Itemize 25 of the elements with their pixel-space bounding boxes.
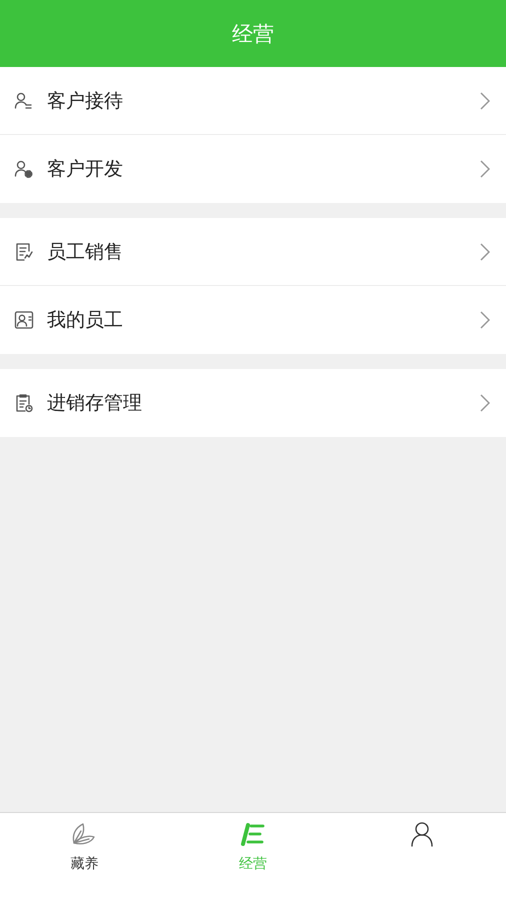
- menu-item[interactable]: 客户接待: [0, 67, 506, 135]
- clipboard-clock-icon: [14, 393, 34, 413]
- chevron-right-icon: [480, 311, 490, 329]
- chevron-right-icon: [480, 92, 490, 110]
- chevron-right-icon: [480, 242, 490, 260]
- chevron-right-icon: [480, 394, 490, 412]
- person-icon: [14, 90, 34, 110]
- menu-item-label: 进销存管理: [47, 391, 143, 416]
- menu-item[interactable]: 进销存管理: [0, 369, 506, 437]
- menu-item[interactable]: 客户开发: [0, 135, 506, 203]
- menu-item-label: 我的员工: [47, 308, 124, 333]
- menu-item-label: 员工销售: [47, 240, 124, 264]
- chevron-right-icon: [480, 160, 490, 178]
- menu-item[interactable]: 员工销售: [0, 218, 506, 286]
- menu-item-label: 客户接待: [47, 88, 124, 114]
- page-title: 经营: [232, 20, 274, 48]
- menu-item[interactable]: 我的员工: [0, 286, 506, 354]
- person-icon: [408, 821, 435, 847]
- ledger-icon: [240, 821, 266, 847]
- leaf-icon: [71, 821, 98, 847]
- person-gear-icon: [14, 159, 34, 179]
- document-pen-icon: [14, 242, 34, 262]
- menu-item-label: 客户开发: [47, 157, 124, 182]
- id-card-icon: [14, 310, 34, 330]
- tab[interactable]: 藏养: [0, 813, 169, 900]
